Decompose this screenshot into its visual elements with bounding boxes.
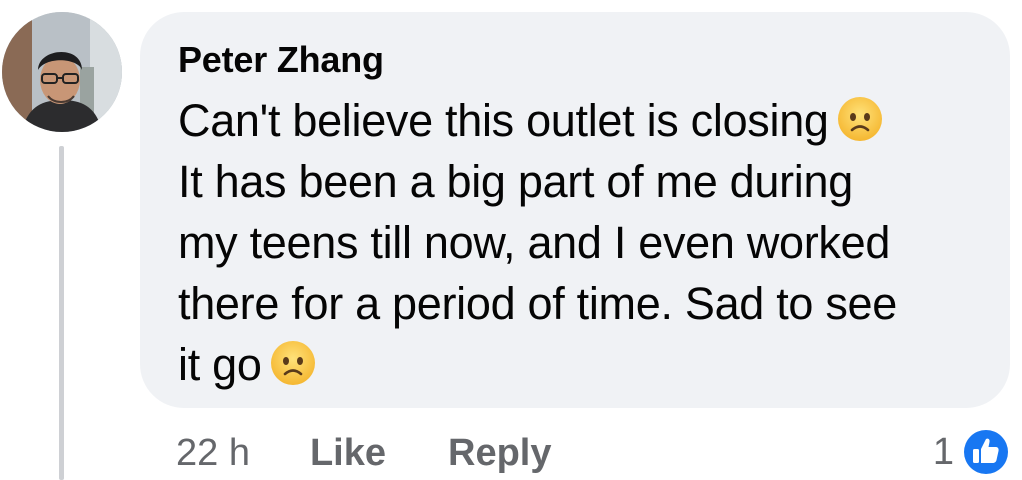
thread-line [59,146,64,480]
comment-text-line: there for a period of time. Sad to see [178,278,898,329]
comment-author[interactable]: Peter Zhang [178,38,974,82]
comment-text-line: It has been a big part of me during [178,156,853,207]
comment-bubble: Peter Zhang Can't believe this outlet is… [140,12,1010,408]
frowning-face-emoji-icon [837,97,882,141]
like-button[interactable]: Like [310,432,386,475]
comment-text-line: it go [178,339,262,390]
avatar-photo [2,12,122,132]
like-reaction-icon [961,427,1011,477]
frowning-face-emoji-icon [270,341,315,385]
reply-button[interactable]: Reply [448,432,551,475]
comment-text-line: Can't believe this outlet is closing [178,95,829,146]
avatar[interactable] [2,12,122,132]
comment-timestamp[interactable]: 22 h [176,432,250,475]
comment: Peter Zhang Can't believe this outlet is… [0,0,1022,480]
reaction-count: 1 [932,430,954,473]
comment-text-line: my teens till now, and I even worked [178,217,891,268]
comment-text: Can't believe this outlet is closing It … [178,90,974,395]
comment-actions: 22 h Like Reply [176,428,552,478]
reaction-summary[interactable]: 1 [933,424,1012,480]
